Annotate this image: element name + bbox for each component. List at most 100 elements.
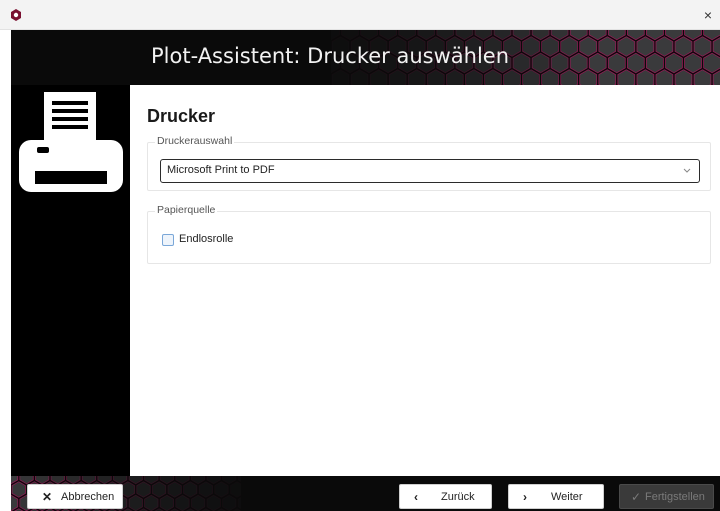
main-content: Drucker Druckerauswahl Microsoft Print t… [130,85,720,476]
hexagon-tile [50,476,65,485]
back-button-label: Zurück [441,491,475,503]
hexagon-tile [446,69,464,85]
hexagon-tile [617,69,636,85]
hexagon-tile [350,69,369,85]
hexagon-tile [703,52,720,74]
hexagon-tile [11,494,19,511]
hexagon-tile [655,69,674,85]
paper-source-group: Papierquelle Endlosrolle [147,204,711,264]
wizard-window: × Plot-Assistent: Drucker auswählen Druc… [0,0,720,511]
hexagon-tile [607,52,626,74]
hexagon-tile [665,30,683,41]
back-button[interactable]: ‹ Zurück [399,484,492,509]
finish-button-label: Fertigstellen [645,491,705,503]
hexagon-tile [136,481,151,498]
hexagon-tile [159,494,175,511]
hexagon-tile [190,476,206,485]
printer-select-value: Microsoft Print to PDF [167,164,275,176]
hexagon-tile [426,69,445,85]
hexagon-tile [332,69,349,85]
hexagon-tile [151,481,167,498]
hexagon-tile [522,69,540,85]
hexagon-tile [579,69,598,85]
hexagon-tile [222,476,237,485]
hexagon-tile [144,476,159,485]
hexagon-tile [238,497,241,509]
hexagon-tile [541,36,560,57]
continuous-roll-checkbox[interactable] [162,234,174,246]
hexagon-tile [712,37,720,56]
hexagon-tile [598,36,617,57]
hexagon-tile [636,36,655,57]
hexagon-tile [636,69,655,85]
hexagon-tile [503,69,521,85]
finish-button[interactable]: ✓ Fertigstellen [619,484,714,509]
hexagon-tile [693,36,712,57]
next-button-label: Weiter [551,491,583,503]
hexagon-tile [484,69,502,85]
hexagon-tile [684,52,702,74]
hexagon-tile [579,36,598,57]
hexagon-tile [531,52,550,74]
hexagon-tile [693,69,712,85]
hexagon-tile [198,481,214,498]
hexagon-tile [674,69,693,85]
check-icon: ✓ [631,490,642,504]
hexagon-tile [206,494,221,511]
hexagon-tile [175,494,190,511]
hexagon-tile [388,69,407,85]
hexagon-tile [550,52,569,74]
hexagon-tile [120,481,136,498]
continuous-roll-label[interactable]: Endlosrolle [179,233,233,245]
hexagon-tile [19,476,34,485]
hexagon-tile [626,30,645,41]
hexagon-tile [11,481,26,498]
hexagon-tile [407,69,426,85]
printer-icon [19,92,123,192]
printer-group-legend: Druckerauswahl [155,135,235,147]
wizard-title: Plot-Assistent: Drucker auswählen [151,44,510,68]
hexagon-tile [175,476,190,485]
cancel-button[interactable]: ✕ Abbrechen [27,484,123,509]
footer-bar: ✕ Abbrechen ‹ Zurück › Weiter ✓ Fertigst… [11,476,720,511]
hexagon-tile [522,36,540,57]
hexagon-tile [167,481,182,498]
hexagon-tile [560,69,579,85]
paper-group-legend: Papierquelle [155,204,218,216]
header-banner: Plot-Assistent: Drucker auswählen [11,30,720,85]
close-icon: ✕ [42,490,53,504]
printer-select[interactable]: Microsoft Print to PDF [160,159,700,183]
hexagon-tile [183,481,198,498]
hexagon-tile [560,36,579,57]
hexagon-tile [512,52,531,74]
hexagon-tile [113,476,128,485]
next-button[interactable]: › Weiter [508,484,604,509]
hexagon-tile [66,476,81,485]
hexagon-tile [417,30,436,41]
hexagon-tile [645,52,664,74]
hexagon-tile [655,36,674,57]
hexagon-tile [206,476,221,485]
hexagon-tile [541,69,560,85]
hexagon-tile [128,494,143,511]
chevron-down-icon [683,168,691,173]
chevron-left-icon: ‹ [414,490,418,504]
hexagon-tile [569,52,588,74]
hexagon-tile [214,481,229,498]
chevron-right-icon: › [523,490,527,504]
hexagon-tile [464,69,483,85]
hexagon-tile [230,481,241,498]
close-button[interactable]: × [700,6,716,24]
page-title: Drucker [147,106,216,126]
app-logo-icon [11,9,21,21]
cancel-button-label: Abbrechen [61,491,115,503]
hexagon-tile [379,30,397,41]
hexagon-tile [97,476,112,485]
hexagon-tile [674,36,693,57]
hexagon-tile [159,476,175,485]
hexagon-tile [222,494,237,511]
hexagon-tile [369,69,388,85]
printer-selection-group: Druckerauswahl Microsoft Print to PDF [147,135,711,191]
hexagon-tile [588,52,607,74]
title-bar: × [0,0,720,30]
